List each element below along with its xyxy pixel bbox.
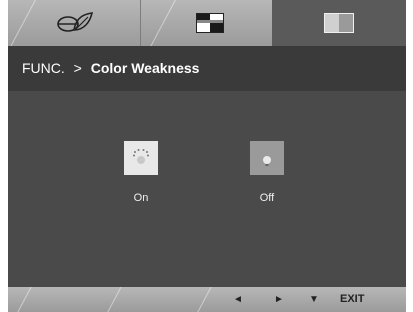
tab-function[interactable]	[272, 0, 406, 46]
eco-leaf-icon	[54, 10, 94, 41]
option-off-label: Off	[259, 192, 275, 204]
option-on-button[interactable]	[124, 141, 158, 175]
bulb-off-icon	[257, 147, 277, 174]
nav-left-button[interactable]: ◄	[231, 294, 245, 305]
bulb-rays-icon	[131, 147, 151, 174]
title-prefix: FUNC.	[22, 60, 65, 76]
tab-bar	[8, 0, 406, 46]
nav-right-button[interactable]: ►	[272, 294, 286, 305]
picture-mode-icon	[196, 13, 224, 38]
menu-title-bar: FUNC. > Color Weakness	[8, 46, 406, 91]
function-icon	[324, 13, 354, 38]
osd-menu: FUNC. > Color Weakness On Off ◄ ► ▼ EXIT	[8, 0, 406, 312]
tab-eco[interactable]	[8, 0, 140, 46]
title-separator: >	[73, 60, 82, 76]
exit-button[interactable]: EXIT	[340, 293, 364, 305]
options-panel: On Off	[8, 91, 406, 287]
navigation-bar: ◄ ► ▼ EXIT	[8, 287, 406, 312]
title-name: Color Weakness	[90, 60, 200, 76]
tab-picture[interactable]	[140, 0, 272, 46]
option-on-label: On	[133, 192, 149, 204]
nav-down-button[interactable]: ▼	[307, 294, 321, 305]
page-title: FUNC. > Color Weakness	[22, 60, 199, 76]
option-off-button[interactable]	[250, 141, 284, 175]
